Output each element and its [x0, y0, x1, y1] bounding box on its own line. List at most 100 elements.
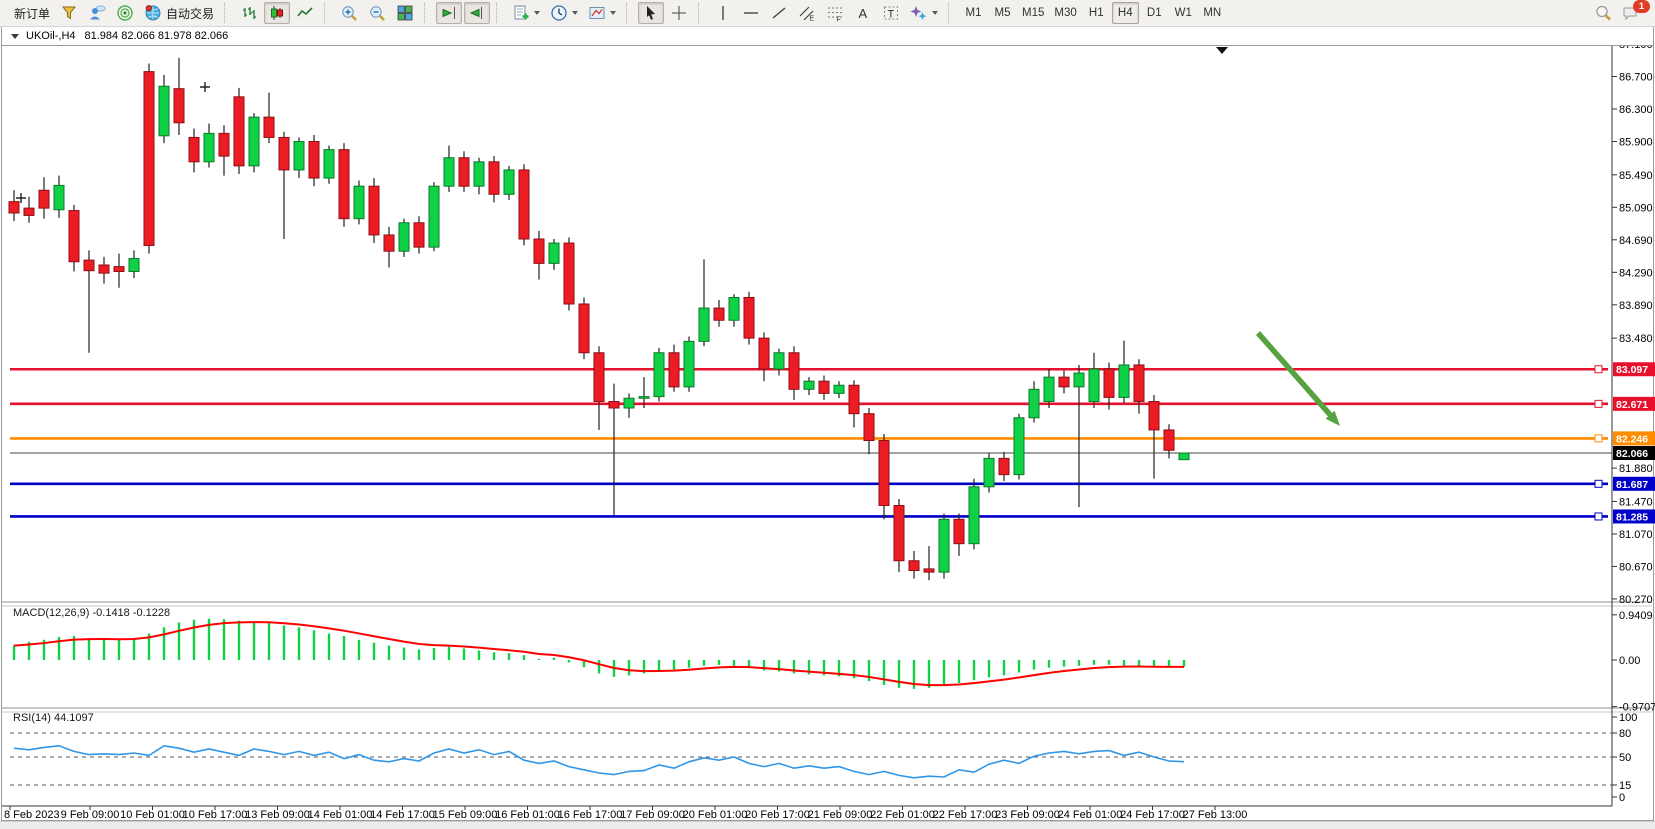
- svg-text:0: 0: [1619, 792, 1625, 804]
- price-chart[interactable]: 0.94090.00-0.9707100805015087.10086.7008…: [0, 0, 1655, 828]
- dropdown-caret-icon: [610, 11, 616, 15]
- svg-text:14 Feb 01:00: 14 Feb 01:00: [308, 809, 373, 821]
- timeframe-button-m30[interactable]: M30: [1050, 2, 1080, 24]
- timeframe-button-h1[interactable]: H1: [1083, 2, 1110, 24]
- hline-handle[interactable]: [1595, 480, 1602, 487]
- candle-bull: [1029, 389, 1039, 417]
- svg-text:85.490: 85.490: [1619, 170, 1653, 182]
- svg-text:27 Feb 13:00: 27 Feb 13:00: [1183, 809, 1248, 821]
- line-chart-button[interactable]: [292, 2, 318, 24]
- candle-bear: [39, 190, 49, 208]
- chart-shift-button[interactable]: [464, 2, 490, 24]
- hline-handle[interactable]: [1595, 513, 1602, 520]
- candle-bear: [264, 117, 274, 137]
- auto-scroll-button[interactable]: [436, 2, 462, 24]
- hline-handle[interactable]: [1595, 435, 1602, 442]
- macd-values: -0.1418 -0.1228: [92, 607, 170, 619]
- hline-handle[interactable]: [1595, 400, 1602, 407]
- timeframe-button-m15[interactable]: M15: [1018, 2, 1048, 24]
- cursor-button[interactable]: [638, 2, 664, 24]
- price-axis[interactable]: 87.10086.70086.30085.90085.49085.09084.6…: [1612, 39, 1655, 606]
- candle-bear: [954, 519, 964, 543]
- svg-text:23 Feb 09:00: 23 Feb 09:00: [995, 809, 1060, 821]
- candle-bull: [324, 150, 334, 178]
- hline-handle[interactable]: [1595, 366, 1602, 373]
- templates-button[interactable]: [584, 2, 620, 24]
- svg-text:20 Feb 01:00: 20 Feb 01:00: [683, 809, 748, 821]
- svg-text:80.270: 80.270: [1619, 594, 1653, 606]
- time-axis[interactable]: 8 Feb 20239 Feb 09:0010 Feb 01:0010 Feb …: [4, 806, 1247, 821]
- chart-menu-icon: [11, 34, 19, 39]
- dropdown-caret-icon: [572, 11, 578, 15]
- svg-text:81.470: 81.470: [1619, 496, 1653, 508]
- notifications-button[interactable]: 1: [1618, 2, 1644, 24]
- svg-text:24 Feb 17:00: 24 Feb 17:00: [1120, 809, 1185, 821]
- zoom-out-icon: [368, 4, 386, 22]
- chart-title-bar[interactable]: UKOil-,H4 81.984 82.066 81.978 82.066: [2, 27, 1653, 46]
- bar-chart-button[interactable]: [236, 2, 262, 24]
- chart-shift-marker[interactable]: [1216, 47, 1228, 54]
- zoom-in-icon: [340, 4, 358, 22]
- timeframe-button-w1[interactable]: W1: [1170, 2, 1197, 24]
- candle-bull: [249, 117, 259, 166]
- arrows-button[interactable]: [906, 2, 942, 24]
- auto-trading-button[interactable]: 自动交易: [140, 2, 218, 24]
- candle-bear: [1134, 365, 1144, 402]
- periods-button[interactable]: [546, 2, 582, 24]
- zoom-out-button[interactable]: [364, 2, 390, 24]
- timeframe-button-h4[interactable]: H4: [1112, 2, 1139, 24]
- signals-button[interactable]: [112, 2, 138, 24]
- candle-bull: [399, 223, 409, 251]
- svg-text:86.300: 86.300: [1619, 104, 1653, 116]
- dropdown-caret-icon: [534, 11, 540, 15]
- community-button[interactable]: [84, 2, 110, 24]
- arrows-icon: [910, 4, 928, 22]
- candles: [9, 58, 1189, 580]
- plus-marker[interactable]: [200, 82, 210, 92]
- tile-windows-button[interactable]: [392, 2, 418, 24]
- funnel-icon: [60, 4, 78, 22]
- svg-text:81.687: 81.687: [1616, 479, 1648, 491]
- dropdown-caret-icon: [932, 11, 938, 15]
- indicators-button[interactable]: [508, 2, 544, 24]
- timeframe-button-m1[interactable]: M1: [960, 2, 987, 24]
- trendline-button[interactable]: [766, 2, 792, 24]
- profiles-button[interactable]: [56, 2, 82, 24]
- candle-bull: [654, 353, 664, 397]
- timeframe-button-d1[interactable]: D1: [1141, 2, 1168, 24]
- timeframe-button-m5[interactable]: M5: [989, 2, 1016, 24]
- horizontal-line-button[interactable]: [738, 2, 764, 24]
- svg-text:100: 100: [1619, 712, 1637, 724]
- candle-bull: [729, 298, 739, 321]
- text-button[interactable]: A: [850, 2, 876, 24]
- text-label-button[interactable]: T: [878, 2, 904, 24]
- crosshair-button[interactable]: [666, 2, 692, 24]
- candle-bear: [1149, 402, 1159, 430]
- toolbar-separator: [324, 3, 331, 23]
- candle-bull: [549, 243, 559, 263]
- fibonacci-button[interactable]: F: [822, 2, 848, 24]
- trend-arrow[interactable]: [1258, 333, 1330, 415]
- macd-indicator-label: MACD(12,26,9) -0.1418 -0.1228: [13, 607, 170, 619]
- svg-text:84.290: 84.290: [1619, 267, 1653, 279]
- fibonacci-icon: F: [826, 4, 844, 22]
- svg-text:10 Feb 01:00: 10 Feb 01:00: [120, 809, 185, 821]
- macd-name: MACD(12,26,9): [13, 607, 89, 619]
- vertical-line-button[interactable]: [710, 2, 736, 24]
- svg-text:15 Feb 09:00: 15 Feb 09:00: [433, 809, 498, 821]
- candlestick-chart-button[interactable]: [264, 2, 290, 24]
- search-button[interactable]: [1590, 2, 1616, 24]
- toolbar-separator: [224, 3, 231, 23]
- candle-bull: [969, 487, 979, 544]
- candle-bull: [354, 186, 364, 219]
- zoom-in-button[interactable]: [336, 2, 362, 24]
- auto-trading-icon: [144, 4, 162, 22]
- macd-pane: 0.94090.00-0.9707: [14, 610, 1655, 714]
- candle-bear: [489, 162, 499, 195]
- new-order-button[interactable]: 新订单: [6, 2, 54, 24]
- equidistant-channel-button[interactable]: E: [794, 2, 820, 24]
- candle-bull: [984, 458, 994, 486]
- timeframe-button-mn[interactable]: MN: [1199, 2, 1226, 24]
- chart-ohlc-readout: 81.984 82.066 81.978 82.066: [85, 30, 229, 42]
- candle-bear: [864, 414, 874, 441]
